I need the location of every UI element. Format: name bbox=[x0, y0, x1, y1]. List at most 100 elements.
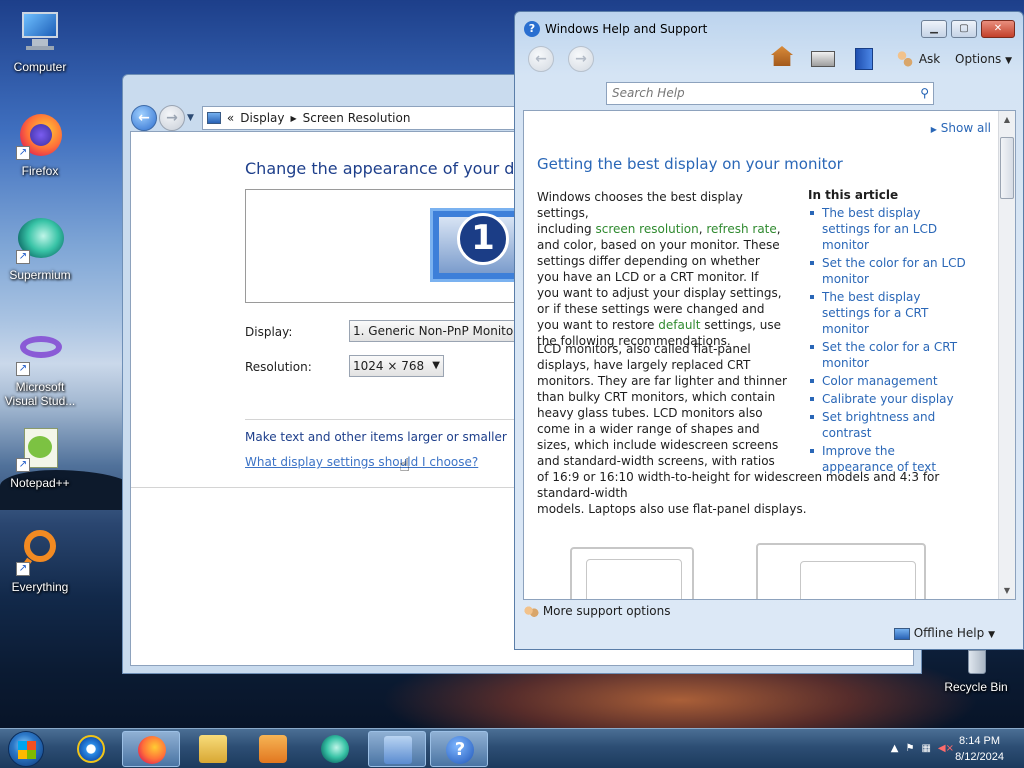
refresh-rate-link[interactable]: refresh rate bbox=[706, 222, 776, 236]
desktop-icon-visual-studio[interactable]: ↗ Microsoft Visual Stud... bbox=[0, 328, 80, 408]
notepad-plus-plus-icon: ↗ bbox=[16, 424, 64, 472]
notification-area: ▲ ⚑ ▦ ◀× bbox=[891, 743, 954, 754]
toc-item[interactable]: The best display settings for an LCD mon… bbox=[808, 205, 968, 253]
desktop-icon-computer[interactable]: Computer bbox=[0, 8, 80, 74]
action-center-flag-icon[interactable]: ⚑ bbox=[906, 743, 915, 754]
offline-help-menu[interactable]: Offline Help ▼ bbox=[893, 626, 995, 640]
help-titlebar[interactable]: ? Windows Help and Support ▁ ▢ ✕ bbox=[515, 12, 1023, 46]
firefox-icon: ↗ bbox=[16, 112, 64, 160]
options-menu[interactable]: Options ▼ bbox=[955, 46, 1012, 72]
text: , bbox=[776, 222, 781, 236]
toc-item[interactable]: Color management bbox=[808, 373, 968, 389]
toc-item[interactable]: Improve the appearance of text bbox=[808, 443, 968, 475]
chevron-down-icon: ▼ bbox=[432, 360, 440, 371]
shortcut-arrow-icon: ↗ bbox=[16, 562, 30, 576]
text-size-link[interactable]: Make text and other items larger or smal… bbox=[245, 430, 507, 444]
toc-list: The best display settings for an LCD mon… bbox=[808, 205, 968, 475]
taskbar-help-and-support[interactable]: ? bbox=[430, 731, 488, 767]
help-home-button[interactable] bbox=[771, 46, 793, 72]
desktop-icon-label: Computer bbox=[13, 60, 67, 74]
book-icon bbox=[855, 48, 873, 70]
desktop-icon-label: Supermium bbox=[9, 268, 71, 282]
display-settings-help-link[interactable]: What display settings should I choose? bbox=[245, 455, 478, 469]
screen-resolution-link[interactable]: screen resolution bbox=[595, 222, 698, 236]
show-all-link[interactable]: ▶ Show all bbox=[931, 121, 991, 135]
internet-explorer-icon bbox=[77, 735, 105, 763]
taskbar-media-player[interactable] bbox=[244, 731, 302, 767]
breadcrumb-display[interactable]: Display bbox=[240, 111, 284, 125]
control-panel-icon bbox=[206, 112, 221, 124]
back-button[interactable]: ← bbox=[131, 105, 157, 131]
ask-label: Ask bbox=[918, 52, 941, 66]
maximize-button[interactable]: ▢ bbox=[951, 20, 977, 38]
desktop-icon-supermium[interactable]: ↗ Supermium bbox=[0, 216, 80, 282]
default-link[interactable]: default bbox=[658, 318, 700, 332]
people-icon bbox=[895, 48, 915, 71]
scroll-up-icon[interactable]: ▲ bbox=[999, 111, 1015, 128]
shortcut-arrow-icon: ↗ bbox=[16, 362, 30, 376]
taskbar-internet-explorer[interactable] bbox=[62, 731, 120, 767]
monitor-1-thumbnail[interactable]: 1 bbox=[430, 208, 520, 282]
lcd-screen-illustration bbox=[586, 559, 682, 599]
show-hidden-icons-chevron-icon[interactable]: ▲ bbox=[891, 743, 899, 754]
resolution-select[interactable]: 1024 × 768 ▼ bbox=[349, 355, 444, 377]
window-title: Windows Help and Support bbox=[545, 22, 708, 36]
volume-muted-icon[interactable]: ◀× bbox=[938, 743, 954, 754]
display-select[interactable]: 1. Generic Non-PnP Monitor on bbox=[349, 320, 529, 342]
offline-help-label: Offline Help bbox=[913, 626, 985, 640]
help-icon: ? bbox=[446, 736, 474, 764]
toc-item[interactable]: Calibrate your display bbox=[808, 391, 968, 407]
toc-item[interactable]: Set the color for a CRT monitor bbox=[808, 339, 968, 371]
desktop-icon-notepad-plus-plus[interactable]: ↗ Notepad++ bbox=[0, 424, 80, 490]
toc-item[interactable]: The best display settings for a CRT moni… bbox=[808, 289, 968, 337]
breadcrumb-screen-resolution[interactable]: Screen Resolution bbox=[303, 111, 411, 125]
options-label: Options bbox=[955, 52, 1002, 66]
article-paragraph-1: Windows chooses the best display setting… bbox=[537, 189, 787, 349]
paragraph-line: and color, based on your monitor. These bbox=[537, 238, 780, 252]
paragraph-line: you want to restore default settings, us… bbox=[537, 317, 787, 333]
search-help-input[interactable]: Search Help ⚲ bbox=[606, 82, 934, 105]
clock-date: 8/12/2024 bbox=[955, 751, 1004, 763]
article-title: Getting the best display on your monitor bbox=[537, 155, 843, 173]
taskbar-file-explorer[interactable] bbox=[184, 731, 242, 767]
taskbar-control-panel[interactable] bbox=[368, 731, 426, 767]
text: you want to restore bbox=[537, 318, 659, 332]
browse-help-button[interactable] bbox=[855, 46, 873, 72]
shortcut-arrow-icon: ↗ bbox=[16, 146, 30, 160]
forward-button[interactable]: → bbox=[159, 105, 185, 131]
shortcut-arrow-icon: ↗ bbox=[16, 458, 30, 472]
start-button[interactable] bbox=[8, 731, 44, 767]
taskbar-supermium[interactable] bbox=[306, 731, 364, 767]
toc-item[interactable]: Set the color for an LCD monitor bbox=[808, 255, 968, 287]
minimize-button[interactable]: ▁ bbox=[921, 20, 947, 38]
taskbar-firefox[interactable] bbox=[122, 731, 180, 767]
scroll-down-icon[interactable]: ▼ bbox=[999, 582, 1015, 599]
help-forward-button[interactable]: → bbox=[568, 46, 594, 72]
breadcrumb-overflow[interactable]: « bbox=[227, 111, 234, 125]
paragraph-line: including screen resolution, refresh rat… bbox=[537, 221, 787, 237]
article-scrollbar[interactable]: ▲ ▼ bbox=[998, 111, 1015, 599]
close-button[interactable]: ✕ bbox=[981, 20, 1015, 38]
scroll-thumb[interactable] bbox=[1000, 137, 1014, 199]
desktop-icon-firefox[interactable]: ↗ Firefox bbox=[0, 112, 80, 178]
recent-pages-chevron-icon[interactable]: ▼ bbox=[187, 113, 194, 123]
shortcut-arrow-icon: ↗ bbox=[16, 250, 30, 264]
control-panel-icon bbox=[384, 736, 412, 764]
computer-icon bbox=[16, 8, 64, 56]
system-clock[interactable]: 8:14 PM 8/12/2024 bbox=[955, 733, 1004, 765]
help-back-button[interactable]: ← bbox=[528, 46, 554, 72]
crt-screen-illustration bbox=[800, 561, 916, 599]
network-icon[interactable]: ▦ bbox=[921, 743, 930, 754]
visual-studio-icon: ↗ bbox=[16, 328, 64, 376]
desktop-icon-everything[interactable]: ↗ Everything bbox=[0, 528, 80, 594]
people-icon bbox=[523, 604, 539, 619]
print-button[interactable] bbox=[811, 46, 835, 72]
toc-item[interactable]: Set brightness and contrast bbox=[808, 409, 968, 441]
clock-time: 8:14 PM bbox=[959, 735, 1001, 747]
desktop-icon-recycle-bin[interactable]: Recycle Bin bbox=[936, 648, 1016, 694]
search-icon[interactable]: ⚲ bbox=[920, 83, 929, 104]
desktop-icon-label: Notepad++ bbox=[10, 476, 70, 490]
resolution-label: Resolution: bbox=[245, 360, 312, 374]
ask-button[interactable]: Ask bbox=[895, 46, 940, 72]
more-support-options-button[interactable]: More support options bbox=[523, 604, 670, 619]
